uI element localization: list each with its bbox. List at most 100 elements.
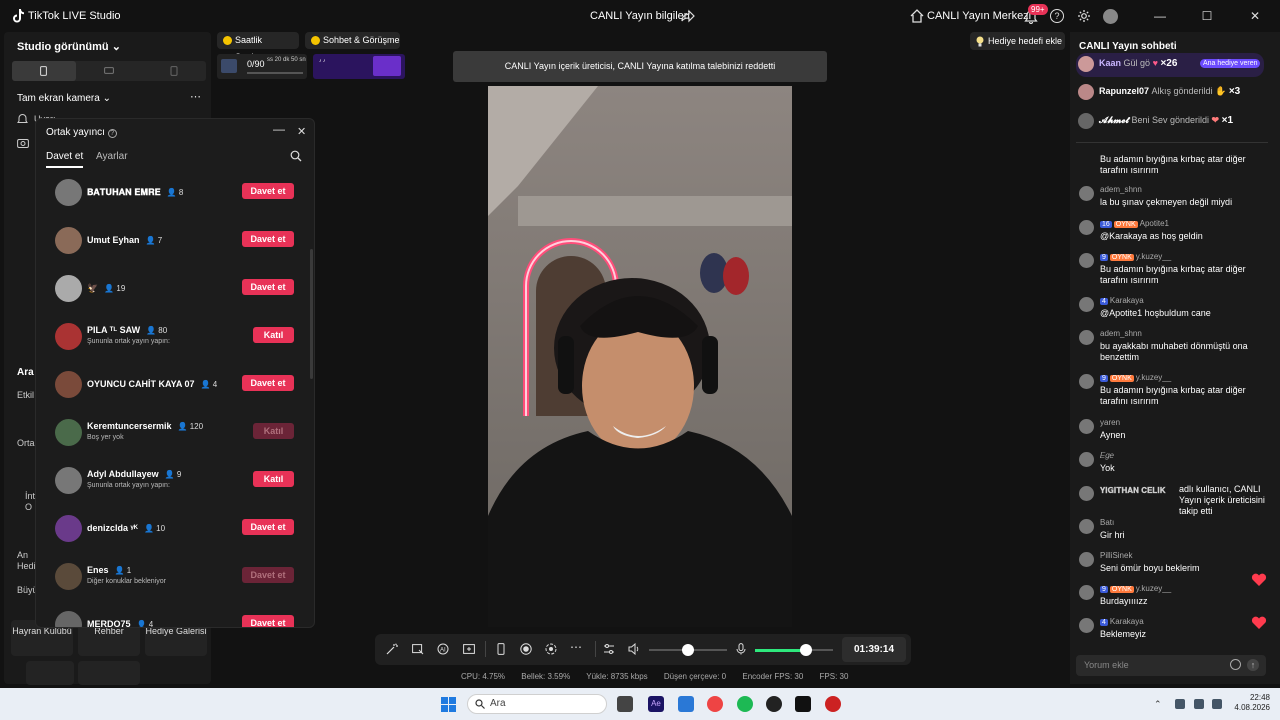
avatar[interactable] (1079, 186, 1094, 201)
notification-badge: 99+ (1028, 4, 1048, 15)
record-icon[interactable] (520, 643, 532, 655)
share-icon[interactable] (681, 9, 695, 23)
screen-capture-icon[interactable] (412, 643, 424, 655)
add-gift-goal-button[interactable]: Hediye hedefi ekle (970, 32, 1065, 50)
avatar[interactable] (1079, 297, 1094, 312)
chat-call-chip[interactable]: Sohbet & Görüşme (305, 32, 400, 49)
microphone-icon[interactable] (735, 643, 747, 655)
portrait-layout-button[interactable] (12, 61, 76, 81)
live-info-title[interactable]: CANLI Yayın bilgileri (590, 10, 690, 22)
avatar[interactable] (1079, 220, 1094, 235)
close-panel-icon[interactable]: ✕ (297, 125, 306, 138)
chat-username[interactable]: 16 OYNK Apotite1 (1100, 219, 1169, 228)
mic-volume-knob[interactable] (799, 644, 812, 656)
join-button[interactable]: Katıl (253, 327, 294, 343)
ai-icon[interactable]: AI (437, 643, 449, 655)
emoji-icon[interactable] (1230, 659, 1241, 670)
phone-icon[interactable] (495, 643, 507, 655)
tray-chevron-icon[interactable]: ⌃ (1154, 699, 1164, 709)
join-button[interactable]: Katıl (253, 471, 294, 487)
scene-camera-label[interactable]: Tam ekran kamera ⌄ (17, 93, 111, 104)
chat-username[interactable]: yaren (1100, 418, 1120, 427)
minimize-panel-icon[interactable]: — (273, 122, 285, 136)
cohost-scrollbar[interactable] (310, 249, 313, 379)
home-icon[interactable] (910, 9, 924, 23)
taskbar-app-icon[interactable] (617, 696, 633, 712)
gear-icon[interactable] (1077, 9, 1091, 23)
avatar[interactable] (1079, 552, 1094, 567)
tab-invite[interactable]: Davet et (46, 151, 84, 168)
avatar[interactable] (1079, 585, 1094, 600)
after-effects-icon[interactable]: Ae (648, 696, 664, 712)
tab-settings[interactable]: Ayarlar (96, 151, 128, 162)
outlook-icon[interactable] (678, 696, 694, 712)
maximize-icon[interactable]: ☐ (1201, 10, 1213, 22)
avatar[interactable] (1079, 452, 1094, 467)
invite-button[interactable]: Davet et (242, 231, 294, 247)
chat-username[interactable]: 9 OYNK y.kuzey__ (1100, 252, 1171, 261)
speaker-volume-slider[interactable] (649, 644, 727, 656)
recorder-icon[interactable] (825, 696, 841, 712)
invite-button[interactable]: Davet et (242, 519, 294, 535)
send-icon[interactable]: ↑ (1247, 659, 1259, 671)
mixer-icon[interactable] (603, 643, 615, 655)
landscape-layout-button[interactable] (77, 61, 141, 81)
avatar[interactable] (1079, 519, 1094, 534)
lower-tool-button-2[interactable] (78, 661, 140, 685)
more-options-icon[interactable]: ⋯ (190, 90, 201, 103)
chat-username[interactable]: PilliSinek (1100, 551, 1132, 560)
tiktok-studio-taskbar-icon[interactable] (795, 696, 811, 712)
avatar[interactable] (1079, 419, 1094, 434)
chat-username[interactable]: 9 OYNK y.kuzey__ (1100, 584, 1171, 593)
dual-layout-button[interactable] (142, 61, 206, 81)
close-window-icon[interactable]: ✕ (1249, 10, 1261, 22)
magic-wand-icon[interactable] (386, 643, 398, 655)
tray-mic-icon[interactable] (1175, 699, 1185, 709)
music-banner[interactable]: ♪ ♪ (313, 54, 405, 79)
divider (485, 641, 486, 657)
studio-view-title[interactable]: Studio görünümü ⌄ (17, 40, 121, 53)
chrome-icon[interactable] (707, 696, 723, 712)
spotify-icon[interactable] (737, 696, 753, 712)
chat-username[interactable]: 4 Karakaya (1100, 617, 1144, 626)
search-icon[interactable] (290, 150, 302, 162)
chat-username[interactable]: adem_shnn (1100, 185, 1142, 194)
chat-text: la bu şınav çekmeyen değil miydi (1100, 197, 1233, 207)
windows-start-icon[interactable] (441, 697, 456, 712)
tray-network-icon[interactable] (1194, 699, 1204, 709)
chat-username[interactable]: 𝐸𝑔𝑒 (1100, 451, 1114, 461)
invite-button[interactable]: Davet et (242, 615, 294, 627)
speaker-volume-knob[interactable] (682, 644, 694, 656)
taskbar-search[interactable]: Ara (467, 694, 607, 714)
avatar[interactable] (1079, 253, 1094, 268)
replay-icon[interactable] (545, 643, 557, 655)
live-center-link[interactable]: CANLI Yayın Merkezi (927, 10, 1031, 22)
tray-volume-icon[interactable] (1212, 699, 1222, 709)
speaker-icon[interactable] (628, 643, 640, 655)
add-source-icon[interactable] (463, 643, 475, 655)
minimize-icon[interactable]: — (1154, 10, 1166, 22)
invite-button[interactable]: Davet et (242, 279, 294, 295)
chat-username[interactable]: 4 Karakaya (1100, 296, 1144, 305)
help-icon[interactable]: ? (1050, 9, 1064, 23)
more-icon[interactable]: ⋯ (570, 640, 582, 654)
hourly-progress[interactable]: 0/90 ss 20 dk 50 sn (217, 54, 307, 79)
taskbar-clock[interactable]: 22:48 4.08.2026 (1232, 693, 1270, 713)
video-frame (488, 86, 792, 627)
chat-username[interactable]: adem_shnn (1100, 329, 1142, 338)
chat-username[interactable]: 𝐘𝐈𝐆𝐈𝐓𝐇𝐀𝐍 𝐂𝐄𝐋𝐈𝐊 (1100, 486, 1166, 496)
invite-button[interactable]: Davet et (242, 183, 294, 199)
hourly-ranking-chip[interactable]: Saatlik Sıralama (217, 32, 299, 62)
mic-volume-slider[interactable] (755, 644, 833, 656)
avatar[interactable] (1079, 330, 1094, 345)
comment-input[interactable]: Yorum ekle ↑ (1076, 655, 1266, 676)
app-icon[interactable] (766, 696, 782, 712)
invite-button[interactable]: Davet et (242, 375, 294, 391)
chat-username[interactable]: Batı (1100, 518, 1114, 527)
chat-username[interactable]: 9 OYNK y.kuzey__ (1100, 373, 1171, 382)
lower-tool-button[interactable] (26, 661, 74, 685)
avatar[interactable] (1079, 618, 1094, 633)
avatar[interactable] (1079, 374, 1094, 389)
avatar[interactable] (1079, 486, 1094, 501)
profile-avatar[interactable] (1103, 9, 1118, 24)
